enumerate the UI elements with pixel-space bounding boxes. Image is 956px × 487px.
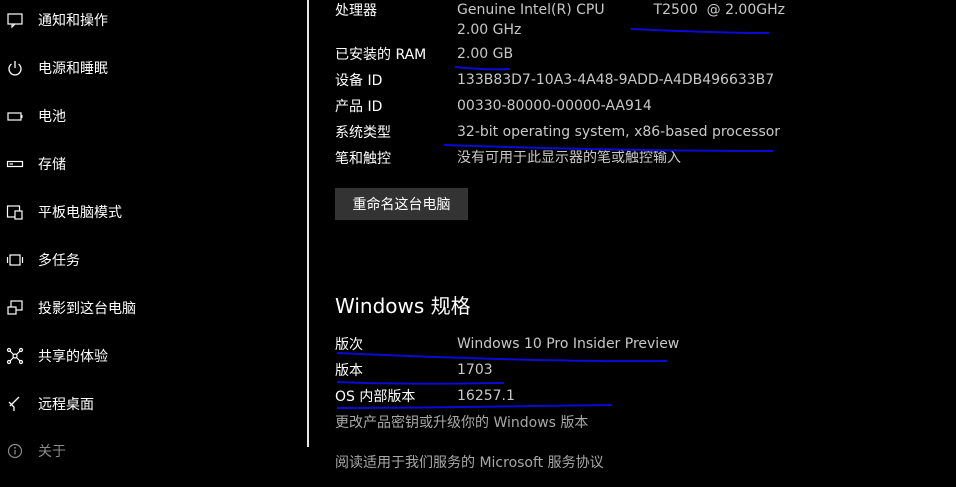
ram-label: 已安装的 RAM bbox=[335, 47, 427, 63]
sidebar-item-project-to-pc[interactable]: 投影到这台电脑 bbox=[0, 288, 300, 328]
about-content: 处理器 Genuine Intel(R) CPU T2500 @ 2.00GHz… bbox=[335, 0, 955, 487]
sidebar-item-label: 关于 bbox=[38, 444, 66, 460]
sidebar-item-label: 电源和睡眠 bbox=[38, 61, 108, 77]
sidebar-item-multitasking[interactable]: 多任务 bbox=[0, 240, 300, 280]
processor-value: Genuine Intel(R) CPU T2500 @ 2.00GHz 2.00… bbox=[457, 2, 785, 38]
sidebar-item-label: 电池 bbox=[38, 109, 66, 125]
product-id-value: 00330-80000-00000-AA914 bbox=[457, 98, 652, 114]
windows-specs-title: Windows 规格 bbox=[335, 294, 471, 318]
battery-icon bbox=[6, 107, 24, 125]
edition-label: 版次 bbox=[335, 337, 363, 353]
edition-value: Windows 10 Pro Insider Preview bbox=[457, 336, 680, 352]
sidebar-item-remote-desktop[interactable]: 远程桌面 bbox=[0, 384, 300, 424]
rename-pc-button[interactable]: 重命名这台电脑 bbox=[335, 188, 468, 220]
service-agreement-link[interactable]: 阅读适用于我们服务的 Microsoft 服务协议 bbox=[335, 452, 604, 472]
remote-desktop-icon bbox=[6, 395, 24, 413]
sidebar-divider bbox=[307, 0, 309, 447]
sidebar-item-label: 远程桌面 bbox=[38, 397, 94, 413]
processor-label: 处理器 bbox=[335, 3, 377, 19]
power-icon bbox=[6, 59, 24, 77]
sidebar-item-label: 存储 bbox=[38, 157, 66, 173]
system-type-value: 32-bit operating system, x86-based proce… bbox=[457, 124, 781, 140]
product-id-label: 产品 ID bbox=[335, 99, 383, 115]
sidebar-item-storage[interactable]: 存储 bbox=[0, 144, 300, 184]
os-build-label: OS 内部版本 bbox=[335, 389, 416, 405]
sidebar-item-label: 共享的体验 bbox=[38, 349, 108, 365]
sidebar-item-label: 平板电脑模式 bbox=[38, 205, 122, 221]
sidebar-item-label: 多任务 bbox=[38, 253, 80, 269]
multitasking-icon bbox=[6, 251, 24, 269]
device-id-label: 设备 ID bbox=[335, 73, 383, 89]
sidebar-item-tablet-mode[interactable]: 平板电脑模式 bbox=[0, 192, 300, 232]
change-product-key-link[interactable]: 更改产品密钥或升级你的 Windows 版本 bbox=[335, 412, 588, 432]
os-build-value: 16257.1 bbox=[457, 388, 515, 404]
sidebar-item-power-sleep[interactable]: 电源和睡眠 bbox=[0, 48, 300, 88]
sidebar-item-shared-experiences[interactable]: 共享的体验 bbox=[0, 336, 300, 376]
notification-icon bbox=[6, 11, 24, 29]
sidebar-item-label: 通知和操作 bbox=[38, 13, 108, 29]
ram-value: 2.00 GB bbox=[457, 46, 514, 62]
pen-touch-value: 没有可用于此显示器的笔或触控输入 bbox=[457, 150, 681, 166]
settings-sidebar: 通知和操作 电源和睡眠 电池 存储 平板电脑模式 多任务 投影到这台电脑 共享的… bbox=[0, 0, 306, 487]
shared-experiences-icon bbox=[6, 347, 24, 365]
info-icon bbox=[6, 442, 24, 460]
sidebar-item-battery[interactable]: 电池 bbox=[0, 96, 300, 136]
storage-icon bbox=[6, 155, 24, 173]
version-label: 版本 bbox=[335, 363, 363, 379]
sidebar-item-label: 投影到这台电脑 bbox=[38, 301, 136, 317]
sidebar-item-notifications[interactable]: 通知和操作 bbox=[0, 0, 300, 40]
system-type-label: 系统类型 bbox=[335, 125, 391, 141]
sidebar-item-about[interactable]: 关于 bbox=[0, 431, 300, 471]
pen-touch-label: 笔和触控 bbox=[335, 151, 391, 167]
device-id-value: 133B83D7-10A3-4A48-9ADD-A4DB496633B7 bbox=[457, 72, 775, 88]
tablet-mode-icon bbox=[6, 203, 24, 221]
version-value: 1703 bbox=[457, 362, 493, 378]
project-icon bbox=[6, 299, 24, 317]
